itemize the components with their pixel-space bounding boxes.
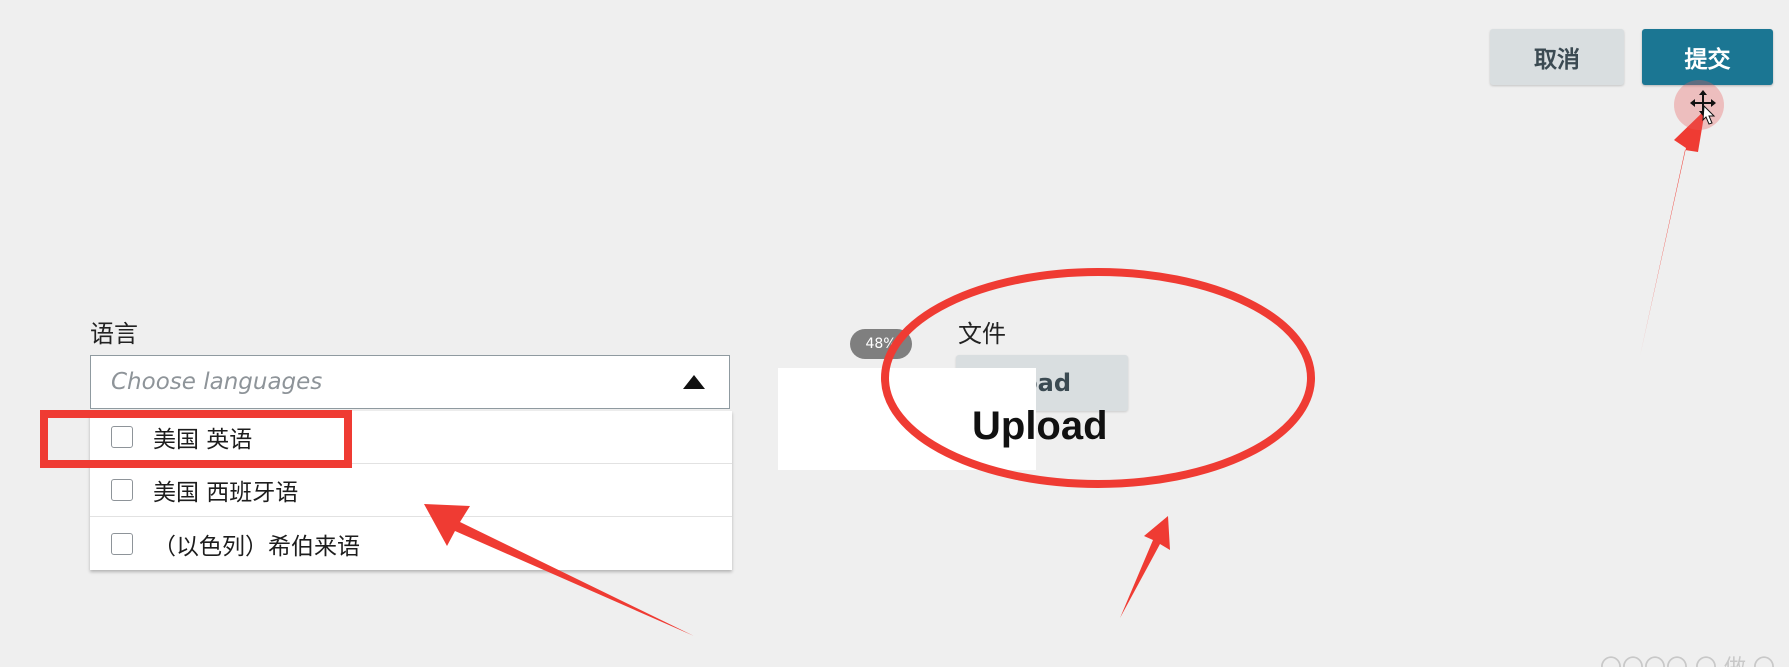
- checkbox-icon[interactable]: [111, 532, 133, 555]
- caret-up-icon[interactable]: [683, 375, 705, 389]
- checkbox-icon[interactable]: [111, 479, 133, 501]
- form-page: 取消 提交 语言 Choose languages 美国 英语 美国 西班牙语 …: [0, 0, 1789, 667]
- red-arrow-file: [1120, 516, 1170, 618]
- cancel-button[interactable]: 取消: [1490, 29, 1624, 85]
- language-label: 语言: [90, 320, 138, 348]
- language-option-label: 美国 西班牙语: [153, 480, 299, 506]
- move-cursor-icon: [1690, 90, 1716, 125]
- red-highlight-box: [40, 410, 352, 468]
- red-arrow-submit: [1640, 110, 1705, 356]
- progress-badge: 48%: [850, 329, 912, 359]
- language-option-us-spanish[interactable]: 美国 西班牙语: [90, 464, 732, 517]
- upload-overlay-text: Upload: [972, 404, 1108, 448]
- file-label: 文件: [958, 320, 1006, 348]
- watermark: 〇〇〇〇 〇 做 〇: [1600, 650, 1775, 667]
- language-option-hebrew[interactable]: （以色列）希伯来语: [90, 517, 732, 570]
- language-option-label: （以色列）希伯来语: [153, 533, 360, 560]
- submit-button[interactable]: 提交: [1642, 29, 1773, 85]
- language-select[interactable]: Choose languages: [90, 355, 730, 409]
- language-placeholder: Choose languages: [111, 369, 323, 395]
